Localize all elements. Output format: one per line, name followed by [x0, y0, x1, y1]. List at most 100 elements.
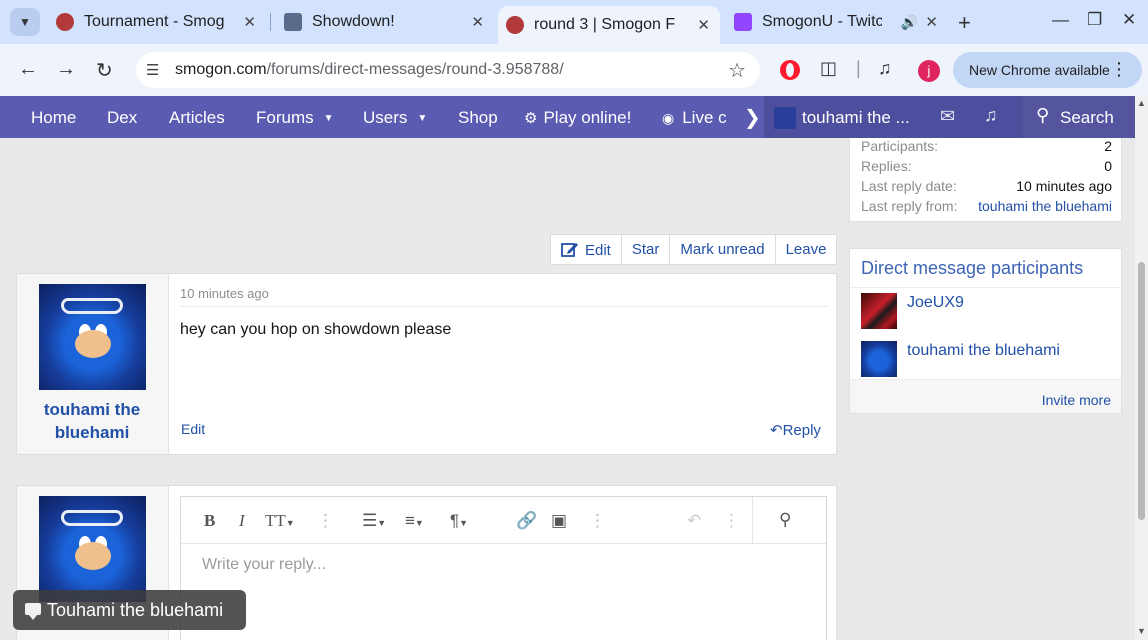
paragraph-icon[interactable]: ¶▼	[450, 511, 468, 531]
tab-showdown[interactable]: Showdown! ✕	[276, 6, 494, 38]
scrollbar-thumb[interactable]	[1138, 262, 1145, 520]
mark-unread-button[interactable]: Mark unread	[670, 235, 776, 264]
info-last-reply-from: Last reply from: touhami the bluehami	[861, 198, 1112, 216]
restore-icon[interactable]: ❐	[1087, 10, 1102, 30]
preview-button[interactable]: ⚲	[752, 497, 826, 543]
tab-tournament[interactable]: Tournament - Smog ✕	[48, 6, 266, 38]
avatar[interactable]	[861, 293, 897, 329]
media-queue-icon[interactable]: ♫	[878, 58, 892, 79]
message-reply-button[interactable]: ↶Reply	[770, 421, 821, 439]
avatar-glasses	[61, 298, 123, 314]
edit-label: Edit	[585, 242, 611, 259]
tab-strip: ▼ Tournament - Smog ✕ Showdown! ✕ round …	[0, 0, 1148, 44]
browser-toolbar: ← → ↻ ☰ smogon.com/forums/direct-message…	[0, 44, 1148, 96]
text-size-icon[interactable]: TT▼	[265, 511, 295, 531]
nav-shop[interactable]: Shop	[458, 108, 498, 128]
invite-more-link[interactable]: Invite more	[1042, 392, 1111, 408]
scroll-up-icon[interactable]: ▲	[1137, 98, 1146, 108]
message-username[interactable]: touhami the bluehami	[17, 398, 167, 444]
nav-play-online[interactable]: ⚙ Play online!	[524, 108, 631, 128]
more-icon[interactable]: ⋮	[589, 511, 606, 531]
profile-avatar[interactable]: j	[918, 60, 940, 82]
nav-play-label: Play online!	[543, 108, 632, 127]
showdown-icon: ⚙	[524, 110, 538, 127]
message-post: touhami the bluehami 10 minutes ago hey …	[16, 273, 837, 455]
info-key: Participants:	[861, 138, 939, 154]
align-icon[interactable]: ≡▼	[405, 511, 424, 531]
reload-icon[interactable]: ↻	[96, 58, 113, 83]
tune-icon[interactable]: ☰	[146, 61, 159, 79]
plus-icon[interactable]: +	[958, 10, 971, 36]
nav-user-name[interactable]: touhami the ...	[802, 108, 910, 128]
nav-users[interactable]: Users ▼	[363, 108, 427, 128]
divider	[180, 306, 828, 307]
image-icon[interactable]: ▣	[551, 511, 567, 531]
bell-icon[interactable]: ♫	[984, 105, 998, 126]
mail-icon[interactable]: ✉	[940, 106, 955, 127]
nav-users-label: Users	[363, 108, 408, 127]
chat-bubble-icon	[25, 603, 41, 620]
opera-extension-icon[interactable]	[780, 60, 800, 80]
close-icon[interactable]: ✕	[925, 13, 938, 31]
more-icon[interactable]: ⋮	[317, 511, 334, 531]
more-icon[interactable]: ⋮	[723, 511, 740, 531]
nav-forums[interactable]: Forums ▼	[256, 108, 334, 128]
search-icon: ⚲	[1036, 105, 1050, 125]
reply-editor[interactable]: B I TT▼ ⋮ ☰▼ ≡▼ ¶▼ 🔗 ▣ ⋮ ↶ ⋮ ⚲ Write you…	[180, 496, 827, 640]
kebab-icon[interactable]: ⋮	[1110, 59, 1128, 80]
chevron-right-icon[interactable]: ❯	[744, 105, 761, 130]
info-key: Last reply from:	[861, 198, 958, 214]
chrome-update-button[interactable]: New Chrome available ⋮	[953, 52, 1142, 88]
nav-live-chat[interactable]: ◉ Live c	[662, 108, 742, 128]
avatar[interactable]	[861, 341, 897, 377]
avatar[interactable]	[39, 284, 146, 390]
puzzle-icon[interactable]: ◫	[820, 58, 837, 79]
url-text[interactable]: smogon.com/forums/direct-messages/round-…	[175, 61, 564, 79]
message-body: hey can you hop on showdown please	[180, 321, 452, 338]
star-icon[interactable]: ☆	[728, 58, 746, 83]
nav-articles[interactable]: Articles	[169, 108, 225, 128]
message-timestamp[interactable]: 10 minutes ago	[180, 286, 269, 301]
star-button[interactable]: Star	[622, 235, 671, 264]
minimize-icon[interactable]: —	[1052, 10, 1069, 30]
speaker-icon[interactable]: 🔊	[901, 14, 918, 31]
caret-down-icon[interactable]: ▼	[324, 113, 334, 124]
caret-down-icon[interactable]: ▼	[417, 113, 427, 124]
avatar[interactable]	[39, 496, 146, 602]
tab-search-button[interactable]: ▼	[10, 8, 40, 36]
info-last-reply-date: Last reply date: 10 minutes ago	[861, 178, 1112, 196]
scroll-down-icon[interactable]: ▼	[1137, 626, 1146, 636]
close-icon[interactable]: ✕	[697, 16, 710, 34]
participant-name[interactable]: JoeUX9	[907, 294, 964, 312]
nav-dex[interactable]: Dex	[107, 108, 137, 128]
editor-toolbar: B I TT▼ ⋮ ☰▼ ≡▼ ¶▼ 🔗 ▣ ⋮ ↶ ⋮ ⚲	[181, 497, 826, 544]
thread-action-bar: Edit Star Mark unread Leave	[550, 234, 838, 265]
reply-label: Reply	[782, 422, 821, 439]
close-icon[interactable]: ✕	[243, 13, 256, 31]
participant-name[interactable]: touhami the bluehami	[907, 342, 1060, 360]
update-label: New Chrome available	[969, 62, 1110, 78]
address-bar[interactable]: ☰ smogon.com/forums/direct-messages/roun…	[136, 52, 760, 88]
nav-search[interactable]: ⚲ Search	[1022, 96, 1135, 138]
preview-icon: ⚲	[779, 510, 792, 529]
edit-thread-button[interactable]: Edit	[551, 235, 622, 264]
leave-button[interactable]: Leave	[776, 235, 837, 264]
list-icon[interactable]: ☰▼	[362, 511, 386, 531]
nav-home[interactable]: Home	[31, 108, 76, 128]
close-icon[interactable]: ✕	[471, 13, 484, 31]
speaker-caption: Touhami the bluehami	[13, 590, 246, 630]
close-window-icon[interactable]: ✕	[1122, 10, 1136, 30]
forward-arrow-icon[interactable]: →	[56, 58, 76, 81]
info-value-link[interactable]: touhami the bluehami	[978, 198, 1112, 214]
link-icon[interactable]: 🔗	[516, 511, 537, 531]
back-arrow-icon[interactable]: ←	[18, 58, 38, 81]
undo-icon[interactable]: ↶	[687, 511, 701, 531]
italic-icon[interactable]: I	[239, 511, 245, 531]
message-edit-link[interactable]: Edit	[181, 421, 205, 437]
info-replies: Replies: 0	[861, 158, 1112, 176]
tab-round-3[interactable]: round 3 | Smogon F ✕	[498, 6, 720, 44]
tab-twitch[interactable]: SmogonU - Twitc 🔊 ✕	[726, 6, 948, 38]
nav-user-avatar[interactable]	[774, 107, 796, 129]
bold-icon[interactable]: B	[204, 511, 215, 531]
info-key: Replies:	[861, 158, 912, 174]
